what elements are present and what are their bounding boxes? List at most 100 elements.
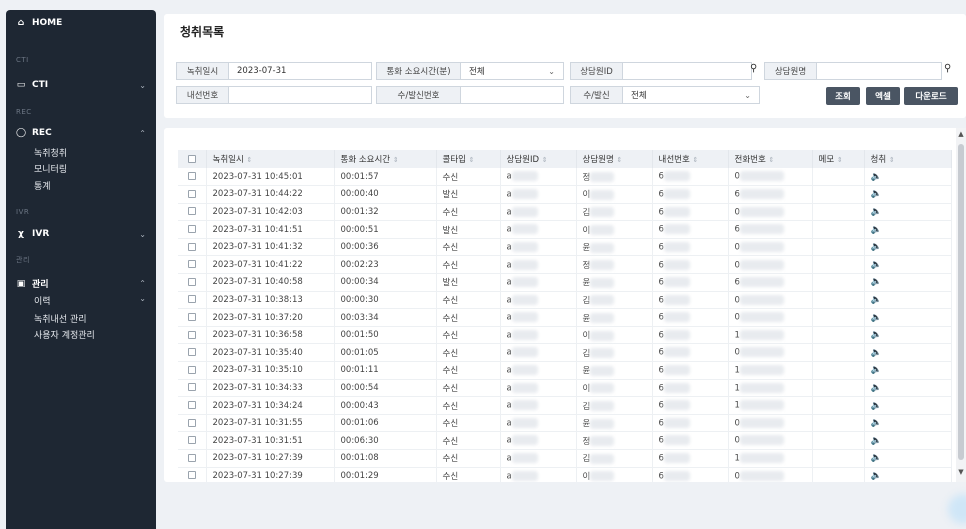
speaker-icon[interactable]: 🔈 (871, 172, 882, 182)
table-row[interactable]: 2023-07-31 10:31:55 00:01:06 수신 a 윤 6 0 🔈 (178, 414, 952, 433)
row-checkbox[interactable] (178, 396, 207, 415)
sidebar-item-rec[interactable]: ◯ REC ⌃ (16, 128, 146, 138)
scroll-thumb[interactable] (958, 144, 964, 460)
column-header[interactable]: 통화 소요시간 ⇕ (334, 150, 437, 168)
table-row[interactable]: 2023-07-31 10:41:22 00:02:23 수신 a 정 6 0 🔈 (178, 255, 952, 275)
row-checkbox[interactable] (178, 255, 207, 275)
row-checkbox[interactable] (178, 343, 207, 363)
sidebar-item-cti[interactable]: ▭ CTI ⌄ (16, 80, 146, 90)
speaker-icon[interactable]: 🔈 (871, 189, 882, 199)
table-row[interactable]: 2023-07-31 10:38:13 00:00:30 수신 a 김 6 0 🔈 (178, 291, 952, 310)
speaker-icon[interactable]: 🔈 (871, 277, 882, 287)
speaker-icon[interactable]: 🔈 (871, 313, 882, 323)
row-checkbox[interactable] (178, 203, 207, 222)
row-checkbox[interactable] (178, 291, 207, 310)
column-header[interactable]: 내선번호 ⇕ (652, 150, 729, 168)
table-row[interactable]: 2023-07-31 10:34:24 00:00:43 수신 a 김 6 1 🔈 (178, 396, 952, 415)
row-checkbox[interactable] (178, 379, 207, 398)
row-checkbox[interactable] (178, 431, 207, 450)
table-row[interactable]: 2023-07-31 10:44:22 00:00:40 발신 a 이 6 6 🔈 (178, 185, 952, 204)
table-row[interactable]: 2023-07-31 10:36:58 00:01:50 수신 a 이 6 1 🔈 (178, 326, 952, 345)
speaker-icon[interactable]: 🔈 (871, 383, 882, 393)
cell-text: 2023-07-31 10:44:22 (212, 189, 303, 200)
sidebar-item-home[interactable]: ⌂ HOME (16, 18, 63, 28)
agent-id-label: 상담원ID (571, 63, 623, 79)
table-row[interactable]: 2023-07-31 10:45:01 00:01:57 수신 a 정 6 0 🔈 (178, 168, 952, 187)
table-row[interactable]: 2023-07-31 10:41:51 00:00:51 발신 a 이 6 6 🔈 (178, 220, 952, 239)
cell-agent-name: 이 (576, 467, 653, 482)
cell-datetime: 2023-07-31 10:44:22 (206, 185, 335, 204)
column-header[interactable]: 메모 ⇕ (812, 150, 865, 168)
speaker-icon[interactable]: 🔈 (871, 330, 882, 340)
direction-select[interactable]: 전체 ⌄ (623, 89, 759, 102)
table-row[interactable]: 2023-07-31 10:35:10 00:01:11 수신 a 윤 6 1 🔈 (178, 361, 952, 380)
speaker-icon[interactable]: 🔈 (871, 401, 882, 411)
scroll-down-icon[interactable]: ▼ (956, 468, 966, 476)
duration-select[interactable]: 전체 ⌄ (461, 65, 563, 78)
table-row[interactable]: 2023-07-31 10:40:58 00:00:34 발신 a 윤 6 6 🔈 (178, 273, 952, 292)
column-header[interactable]: 녹취일시 ⇕ (206, 150, 335, 168)
column-header[interactable]: 상담원ID ⇕ (500, 150, 577, 168)
floating-help-button[interactable] (948, 494, 966, 524)
speaker-icon[interactable]: 🔈 (871, 242, 882, 252)
download-button[interactable]: 다운로드 (904, 87, 958, 105)
row-checkbox[interactable] (178, 326, 207, 345)
column-header[interactable]: 콜타입 ⇕ (436, 150, 501, 168)
row-checkbox[interactable] (178, 168, 207, 187)
row-checkbox[interactable] (178, 361, 207, 380)
table-row[interactable]: 2023-07-31 10:27:39 00:01:29 수신 a 이 6 0 🔈 (178, 467, 952, 482)
row-checkbox[interactable] (178, 308, 207, 327)
cell-phone: 1 (728, 396, 813, 415)
cell-extension: 6 (652, 431, 729, 450)
sidebar-sub-recording-listen[interactable]: 녹취청취 (34, 146, 67, 159)
search-icon[interactable]: ⚲ (944, 63, 951, 74)
sidebar-item-ivr[interactable]: χ IVR ⌄ (16, 229, 146, 239)
row-checkbox[interactable] (178, 273, 207, 292)
column-header[interactable]: 전화번호 ⇕ (728, 150, 813, 168)
table-row[interactable]: 2023-07-31 10:31:51 00:06:30 수신 a 정 6 0 🔈 (178, 431, 952, 450)
table-row[interactable]: 2023-07-31 10:35:40 00:01:05 수신 a 김 6 0 🔈 (178, 343, 952, 363)
column-header[interactable]: 상담원명 ⇕ (576, 150, 653, 168)
date-input[interactable]: 2023-07-31 (229, 66, 371, 76)
speaker-icon[interactable]: 🔈 (871, 260, 882, 270)
header-select-all[interactable] (178, 150, 207, 168)
sidebar-sub-statistics[interactable]: 통계 (34, 179, 51, 192)
cell-agent-name: 정 (576, 431, 653, 450)
sidebar-sub-user-accounts[interactable]: 사용자 계정관리 (34, 328, 95, 341)
cell-datetime: 2023-07-31 10:41:22 (206, 255, 335, 275)
search-button[interactable]: 조회 (826, 87, 860, 105)
table-scrollbar[interactable]: ▲ ▼ (956, 128, 966, 482)
excel-button[interactable]: 엑셀 (866, 87, 900, 105)
table-row[interactable]: 2023-07-31 10:41:32 00:00:36 수신 a 윤 6 0 🔈 (178, 238, 952, 257)
cell-extension: 6 (652, 291, 729, 310)
speaker-icon[interactable]: 🔈 (871, 207, 882, 217)
table-row[interactable]: 2023-07-31 10:42:03 00:01:32 수신 a 김 6 0 🔈 (178, 203, 952, 222)
table-row[interactable]: 2023-07-31 10:27:39 00:01:08 수신 a 김 6 1 🔈 (178, 449, 952, 468)
cell-phone: 0 (728, 343, 813, 363)
row-checkbox[interactable] (178, 467, 207, 482)
speaker-icon[interactable]: 🔈 (871, 453, 882, 463)
search-icon[interactable]: ⚲ (750, 63, 757, 74)
speaker-icon[interactable]: 🔈 (871, 436, 882, 446)
row-checkbox[interactable] (178, 238, 207, 257)
speaker-icon[interactable]: 🔈 (871, 225, 882, 235)
row-checkbox[interactable] (178, 220, 207, 239)
table-row[interactable]: 2023-07-31 10:34:33 00:00:54 수신 a 이 6 1 🔈 (178, 379, 952, 398)
sidebar-sub-history[interactable]: 이력 ⌄ (34, 294, 146, 307)
row-checkbox[interactable] (178, 185, 207, 204)
speaker-icon[interactable]: 🔈 (871, 348, 882, 358)
sidebar-sub-extension-admin[interactable]: 녹취내선 관리 (34, 312, 87, 325)
column-header[interactable]: 청취 ⇕ (864, 150, 952, 168)
sidebar-item-admin[interactable]: ▣ 관리 ⌃ (16, 277, 146, 291)
row-checkbox[interactable] (178, 449, 207, 468)
cell-duration: 00:02:23 (334, 255, 437, 275)
row-checkbox[interactable] (178, 414, 207, 433)
speaker-icon[interactable]: 🔈 (871, 471, 882, 481)
sidebar-sub-monitoring[interactable]: 모니터링 (34, 162, 67, 175)
scroll-up-icon[interactable]: ▲ (956, 130, 966, 138)
speaker-icon[interactable]: 🔈 (871, 418, 882, 428)
speaker-icon[interactable]: 🔈 (871, 295, 882, 305)
table-row[interactable]: 2023-07-31 10:37:20 00:03:34 수신 a 윤 6 0 🔈 (178, 308, 952, 327)
speaker-icon[interactable]: 🔈 (871, 365, 882, 375)
cell-agent-id: a (500, 255, 577, 275)
